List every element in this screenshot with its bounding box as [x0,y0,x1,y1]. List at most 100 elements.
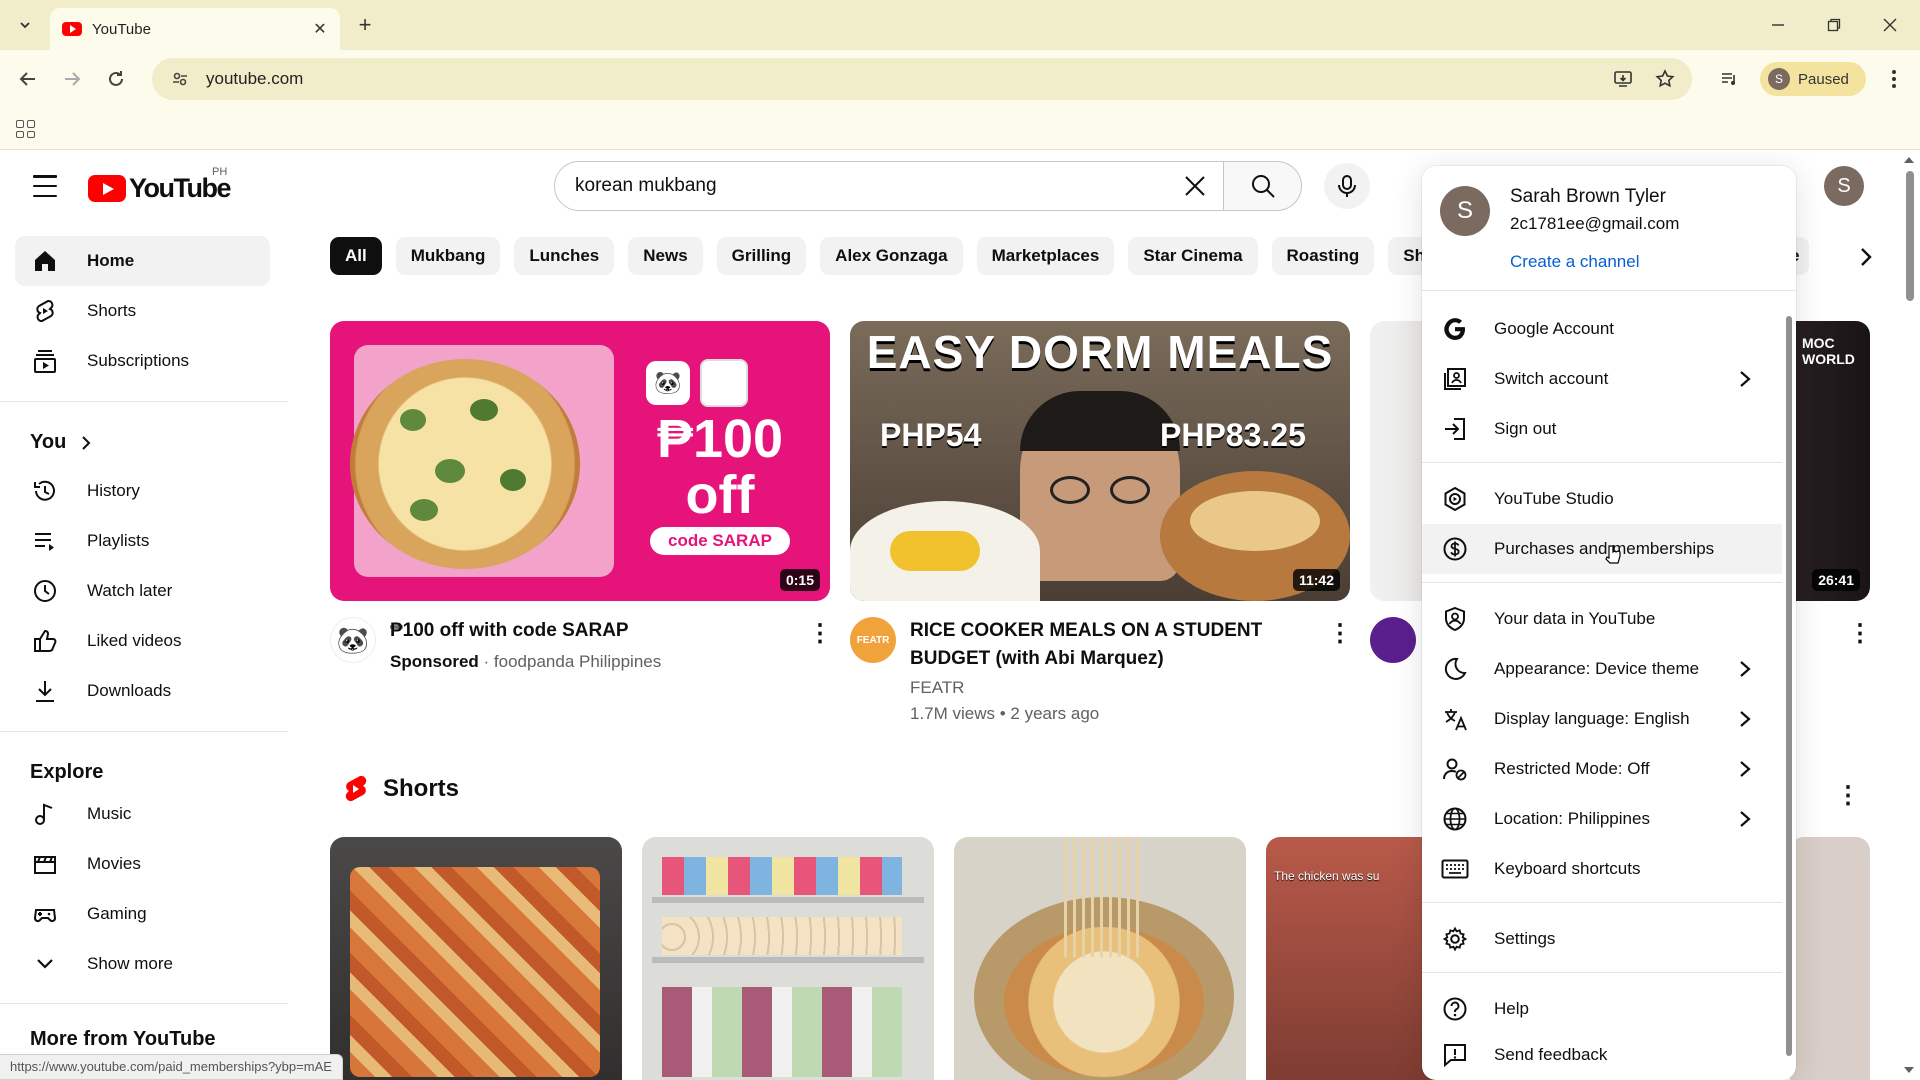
media-control-icon[interactable] [1714,65,1744,93]
sidebar-item-movies[interactable]: Movies [15,839,270,889]
address-bar[interactable]: youtube.com [152,58,1692,100]
back-button[interactable] [14,65,42,93]
video-title[interactable]: RICE COOKER MEALS ON A STUDENT BUDGET (w… [910,617,1300,673]
video-menu-button[interactable]: ⋮ [1848,613,1872,653]
sidebar-heading-you[interactable]: You [30,431,96,454]
shorts-menu-button[interactable]: ⋮ [1836,775,1860,815]
menu-item-keyboard-shortcuts[interactable]: Keyboard shortcuts [1422,844,1782,894]
chips-next-button[interactable] [1846,237,1886,277]
account-email: 2c1781ee@gmail.com [1510,214,1680,233]
menu-item-restricted-mode[interactable]: Restricted Mode: Off [1422,744,1782,794]
create-channel-link[interactable]: Create a channel [1510,252,1639,272]
browser-tab-youtube[interactable]: YouTube ✕ [50,8,340,50]
tab-close-icon[interactable]: ✕ [308,17,332,41]
sidebar-item-watch-later[interactable]: Watch later [15,566,270,616]
video-menu-button[interactable]: ⋮ [808,613,832,653]
channel-avatar[interactable]: 🐼 [330,617,376,663]
browser-tabstrip: YouTube ✕ + [0,0,1920,50]
channel-name[interactable]: foodpanda Philippines [494,652,661,671]
status-bar-url: https://www.youtube.com/paid_memberships… [0,1054,343,1080]
guide-menu-button[interactable] [28,171,62,201]
page-scrollbar-thumb[interactable] [1906,171,1914,301]
short-thumbnail[interactable] [642,837,934,1080]
sidebar-item-home[interactable]: Home [15,236,270,286]
chip[interactable]: News [628,237,703,275]
chip[interactable]: Grilling [716,237,807,275]
clear-search-button[interactable] [1175,166,1215,206]
restore-button[interactable] [1814,10,1854,40]
chip[interactable]: Alex Gonzaga [820,237,963,275]
url-text[interactable]: youtube.com [206,69,1608,89]
voice-search-button[interactable] [1324,163,1370,209]
menu-item-google-account[interactable]: Google Account [1422,304,1782,354]
install-app-icon[interactable] [1608,64,1638,94]
sidebar-item-music[interactable]: Music [15,789,270,839]
sidebar-label: Playlists [87,531,150,550]
menu-item-switch-account[interactable]: Switch account [1422,354,1782,404]
title-line: BUDGET (with Abi Marquez) [910,648,1164,669]
search-input[interactable] [575,175,1175,197]
short-thumbnail[interactable] [954,837,1246,1080]
browser-profile-chip[interactable]: S Paused [1760,62,1866,96]
youtube-logo[interactable]: YouTube [88,173,231,204]
sidebar-item-history[interactable]: History [15,466,270,516]
search-button[interactable] [1224,161,1302,211]
video-thumbnail[interactable]: EASY DORM MEALS PHP54 PHP83.25 11:42 [850,321,1350,601]
forward-button[interactable] [58,65,86,93]
sidebar-item-show-more[interactable]: Show more [15,939,270,989]
brand-logo-icon [700,359,748,407]
gaming-icon [15,901,75,927]
chip[interactable]: Star Cinema [1128,237,1258,275]
person-figure [1020,391,1180,581]
chip-all[interactable]: All [330,237,382,275]
menu-item-sign-out[interactable]: Sign out [1422,404,1782,454]
scroll-up-icon[interactable] [1902,155,1916,165]
sidebar-item-gaming[interactable]: Gaming [15,889,270,939]
bookmark-star-icon[interactable] [1650,64,1680,94]
channel-avatar[interactable] [1370,617,1416,663]
region-code: PH [212,166,228,178]
channel-name[interactable]: FEATR [910,675,964,701]
menu-item-help[interactable]: Help [1422,984,1782,1034]
sidebar-divider [0,1003,288,1004]
menu-scrollbar-thumb[interactable] [1786,316,1792,1056]
sidebar-item-downloads[interactable]: Downloads [15,666,270,716]
browser-menu-button[interactable] [1880,65,1908,93]
menu-item-location[interactable]: Location: Philippines [1422,794,1782,844]
site-info-icon[interactable] [166,65,194,93]
chip[interactable]: Marketplaces [976,237,1115,275]
short-thumbnail[interactable] [330,837,622,1080]
menu-scrollbar[interactable] [1786,304,1792,1064]
menu-item-your-data[interactable]: Your data in YouTube [1422,594,1782,644]
sponsored-label: Sponsored [390,652,479,671]
tab-search-button[interactable] [12,12,38,38]
reload-button[interactable] [102,65,130,93]
heading-label: Explore [30,761,104,783]
menu-item-purchases[interactable]: Purchases and memberships [1422,524,1782,574]
menu-item-display-language[interactable]: Display language: English [1422,694,1782,744]
close-window-button[interactable] [1870,10,1910,40]
short-thumbnail[interactable] [1790,837,1870,1080]
apps-grid-icon[interactable] [12,116,38,142]
menu-item-appearance[interactable]: Appearance: Device theme [1422,644,1782,694]
video-thumbnail[interactable]: 🐼 ₱100 off code SARAP 0:15 [330,321,830,601]
menu-item-youtube-studio[interactable]: YouTube Studio [1422,474,1782,524]
sidebar-item-liked-videos[interactable]: Liked videos [15,616,270,666]
sidebar-item-subscriptions[interactable]: Subscriptions [15,336,270,386]
sidebar-item-shorts[interactable]: Shorts [15,286,270,336]
chip[interactable]: Mukbang [395,237,501,275]
sidebar-item-playlists[interactable]: Playlists [15,516,270,566]
channel-avatar[interactable]: FEATR [850,617,896,663]
video-menu-button[interactable]: ⋮ [1328,613,1352,653]
new-tab-button[interactable]: + [352,12,378,38]
chip[interactable]: Roasting [1271,237,1375,275]
chip[interactable]: Lunches [514,237,615,275]
scroll-down-icon[interactable] [1902,1065,1916,1075]
menu-item-settings[interactable]: Settings [1422,914,1782,964]
title-line: RICE COOKER MEALS ON A STUDENT [910,620,1263,641]
menu-item-send-feedback[interactable]: Send feedback [1422,1030,1782,1080]
sidebar-label: Liked videos [87,631,182,650]
account-avatar-button[interactable]: S [1824,166,1864,206]
minimize-button[interactable] [1758,10,1798,40]
video-title[interactable]: ₱100 off with code SARAP [390,617,780,645]
